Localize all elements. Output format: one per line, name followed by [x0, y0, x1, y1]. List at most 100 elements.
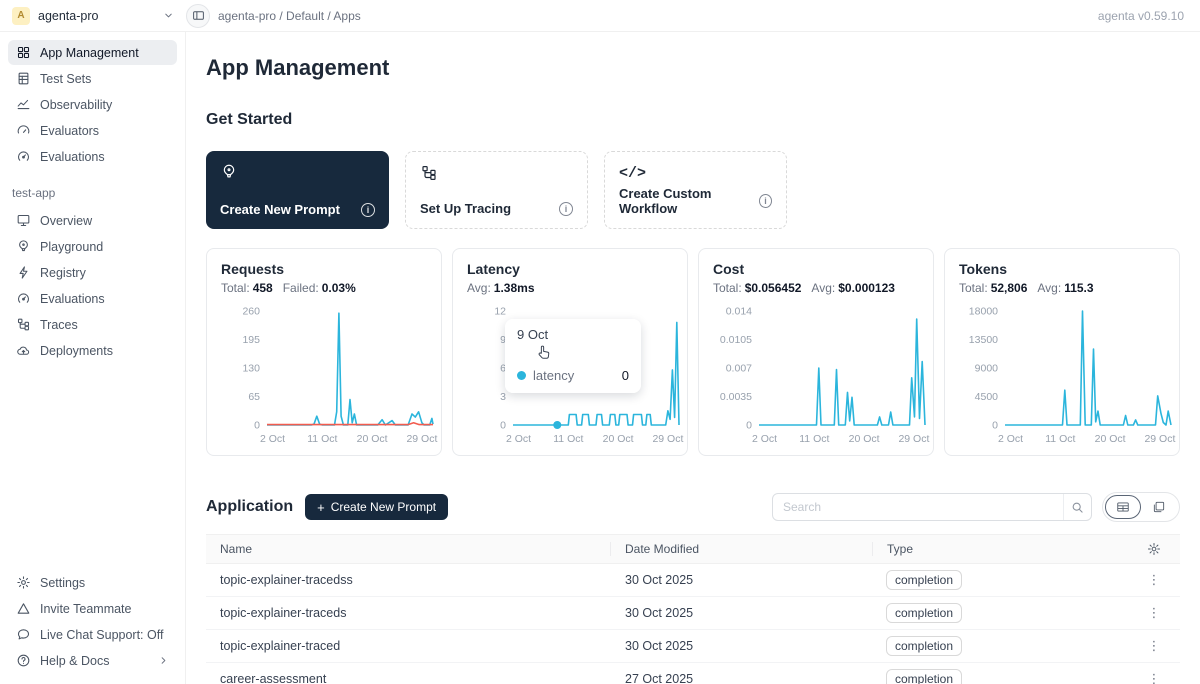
- axis-tick-label: 2 Oct: [506, 433, 531, 445]
- sidebar-item-evaluators[interactable]: Evaluators: [8, 118, 177, 143]
- sidebar-item-deployments[interactable]: Deployments: [8, 338, 177, 363]
- axis-tick-label: 29 Oct: [652, 433, 683, 445]
- cost-chart[interactable]: 00.00350.0070.01050.0142 Oct11 Oct20 Oct…: [713, 303, 933, 449]
- date-modified-cell: 30 Oct 2025: [610, 606, 872, 620]
- balloon-icon: [16, 239, 31, 254]
- get-started-card-create-custom-workflow[interactable]: </> Create Custom Workflowi: [604, 151, 787, 229]
- workspace-selector[interactable]: A agenta-pro: [0, 7, 186, 25]
- table-row[interactable]: topic-explainer-traced30 Oct 2025complet…: [206, 630, 1180, 663]
- get-started-card-set-up-tracing[interactable]: Set Up Tracingi: [405, 151, 588, 229]
- sidebar-item-settings[interactable]: Settings: [8, 570, 177, 595]
- table-icon: [16, 71, 31, 86]
- sidebar-toggle-button[interactable]: [186, 4, 210, 28]
- workspace-name: agenta-pro: [38, 9, 155, 23]
- table-row[interactable]: topic-explainer-traceds30 Oct 2025comple…: [206, 597, 1180, 630]
- app-name-cell[interactable]: topic-explainer-traced: [206, 639, 610, 653]
- metric-title: Cost: [713, 261, 919, 277]
- axis-tick-label: 29 Oct: [406, 433, 437, 445]
- table-view-button[interactable]: [1105, 495, 1141, 519]
- chevron-right-icon: [158, 655, 169, 666]
- table-row[interactable]: topic-explainer-tracedss30 Oct 2025compl…: [206, 564, 1180, 597]
- application-title: Application: [206, 498, 293, 516]
- sidebar-item-label: Traces: [40, 318, 78, 332]
- column-header-name[interactable]: Name: [206, 542, 610, 556]
- sidebar-item-help-docs[interactable]: Help & Docs: [8, 648, 177, 673]
- sidebar-item-label: Help & Docs: [40, 654, 109, 668]
- table-row[interactable]: career-assessment27 Oct 2025completion⋮: [206, 663, 1180, 684]
- breadcrumb[interactable]: agenta-pro / Default / Apps: [218, 9, 361, 23]
- chart-tooltip: 9 Octlatency0: [505, 319, 641, 393]
- tokens-chart[interactable]: 04500900013500180002 Oct11 Oct20 Oct29 O…: [959, 303, 1179, 449]
- view-toggle: [1102, 492, 1180, 522]
- gear-icon: [16, 575, 31, 590]
- search-icon[interactable]: [1063, 494, 1091, 520]
- app-name-cell[interactable]: topic-explainer-tracedss: [206, 573, 610, 587]
- axis-tick-label: 20 Oct: [357, 433, 388, 445]
- more-vertical-icon[interactable]: ⋮: [1148, 605, 1161, 621]
- search-input[interactable]: [773, 500, 1063, 514]
- sidebar-item-label: Registry: [40, 266, 86, 280]
- card-view-button[interactable]: [1141, 495, 1177, 519]
- requests-chart[interactable]: 0651301952602 Oct11 Oct20 Oct29 Oct: [221, 303, 441, 449]
- metric-stat: Failed:0.03%: [283, 281, 356, 295]
- metric-charts-row: RequestsTotal:458Failed:0.03%06513019526…: [206, 248, 1180, 456]
- type-cell: completion: [872, 603, 1128, 623]
- type-badge: completion: [886, 570, 962, 590]
- axis-tick-label: 20 Oct: [603, 433, 634, 445]
- get-started-cards: Create New PromptiSet Up Tracingi </> Crea…: [206, 151, 1180, 229]
- sidebar-item-evaluations[interactable]: Evaluations: [8, 144, 177, 169]
- sidebar-item-overview[interactable]: Overview: [8, 208, 177, 233]
- chevron-down-icon: [163, 10, 174, 21]
- metric-stat: Total:458: [221, 281, 273, 295]
- card-view-icon: [1152, 500, 1166, 514]
- create-new-prompt-button[interactable]: + Create New Prompt: [305, 494, 448, 520]
- date-modified-cell: 27 Oct 2025: [610, 672, 872, 684]
- more-vertical-icon[interactable]: ⋮: [1148, 671, 1161, 684]
- axis-tick-label: 3: [500, 391, 506, 403]
- sidebar-item-traces[interactable]: Traces: [8, 312, 177, 337]
- sidebar-item-observability[interactable]: Observability: [8, 92, 177, 117]
- tooltip-series-name: latency: [533, 368, 574, 383]
- axis-tick-label: 65: [248, 391, 260, 403]
- tooltip-series-row: latency0: [517, 368, 629, 383]
- date-modified-cell: 30 Oct 2025: [610, 639, 872, 653]
- app-name-cell[interactable]: topic-explainer-traceds: [206, 606, 610, 620]
- axis-tick-label: 11 Oct: [307, 433, 337, 445]
- info-icon[interactable]: i: [361, 203, 375, 217]
- metric-stats: Total:$0.056452Avg:$0.000123: [713, 281, 919, 295]
- axis-tick-label: 29 Oct: [898, 433, 929, 445]
- info-icon[interactable]: i: [559, 202, 573, 216]
- metric-card-latency: LatencyAvg:1.38ms0369122 Oct11 Oct20 Oct…: [452, 248, 688, 456]
- sidebar-item-evaluations[interactable]: Evaluations: [8, 286, 177, 311]
- axis-tick-label: 0: [746, 420, 752, 432]
- sidebar-item-label: Live Chat Support: Off: [40, 628, 163, 642]
- column-header-type[interactable]: Type: [872, 542, 1128, 556]
- sidebar-item-label: Settings: [40, 576, 85, 590]
- sidebar-item-invite-teammate[interactable]: Invite Teammate: [8, 596, 177, 621]
- main-content: App Management Get Started Create New Pr…: [186, 32, 1200, 684]
- code-icon: </>: [619, 164, 772, 182]
- axis-tick-label: 9000: [975, 363, 999, 375]
- sidebar-item-playground[interactable]: Playground: [8, 234, 177, 259]
- axis-tick-label: 20 Oct: [849, 433, 880, 445]
- sidebar-item-live-chat-support-off[interactable]: Live Chat Support: Off: [8, 622, 177, 647]
- info-icon[interactable]: i: [759, 194, 772, 208]
- table-settings-button[interactable]: [1128, 542, 1180, 556]
- sidebar-item-test-sets[interactable]: Test Sets: [8, 66, 177, 91]
- more-vertical-icon[interactable]: ⋮: [1148, 572, 1161, 588]
- metric-stat: Total:52,806: [959, 281, 1027, 295]
- row-actions: ⋮: [1128, 638, 1180, 654]
- axis-tick-label: 0.0035: [720, 391, 752, 403]
- series-requests: [267, 313, 433, 425]
- sidebar-item-registry[interactable]: Registry: [8, 260, 177, 285]
- grid-icon: [16, 45, 31, 60]
- tree-icon: [16, 317, 31, 332]
- app-name-cell[interactable]: career-assessment: [206, 672, 610, 684]
- column-header-date-modified[interactable]: Date Modified: [610, 542, 872, 556]
- sidebar-item-label: Evaluators: [40, 124, 99, 138]
- get-started-card-create-new-prompt[interactable]: Create New Prompti: [206, 151, 389, 229]
- help-icon: [16, 653, 31, 668]
- sidebar-item-app-management[interactable]: App Management: [8, 40, 177, 65]
- get-started-card-label: Create Custom Workflow: [619, 186, 759, 216]
- more-vertical-icon[interactable]: ⋮: [1148, 638, 1161, 654]
